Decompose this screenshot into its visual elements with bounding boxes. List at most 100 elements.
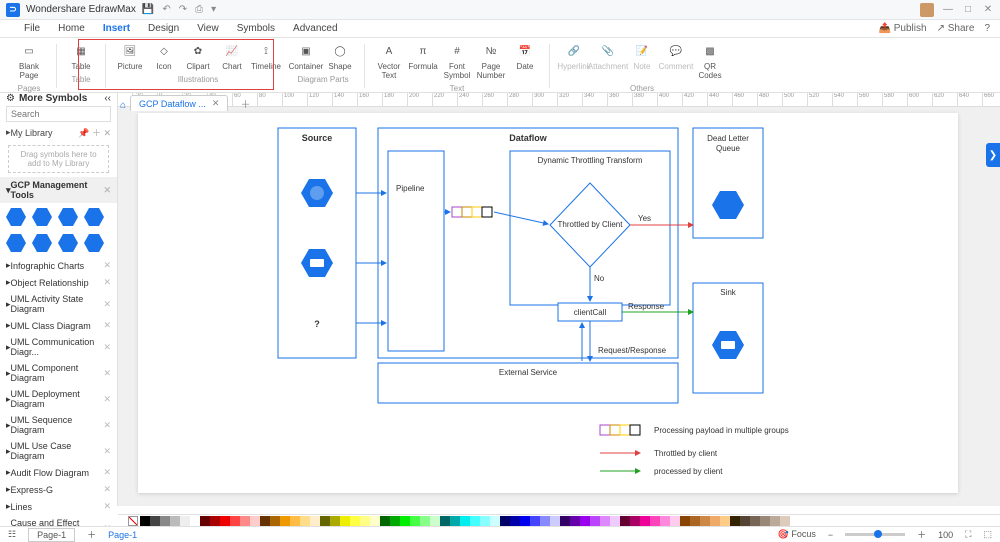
color-swatch[interactable] [670,516,680,526]
category-item[interactable]: ▸ Object Relationship✕ [0,274,117,291]
color-swatch[interactable] [730,516,740,526]
category-item[interactable]: ▸ Audit Flow Diagram✕ [0,464,117,481]
color-swatch[interactable] [370,516,380,526]
category-item[interactable]: ▸ Lines✕ [0,498,117,515]
print-icon[interactable]: ⎙ [195,4,203,15]
vector-text-button[interactable]: AVector Text [373,40,405,82]
color-swatch[interactable] [650,516,660,526]
color-swatch[interactable] [590,516,600,526]
page-layout-icon[interactable]: ☷ [8,529,16,540]
color-swatch[interactable] [230,516,240,526]
color-swatch[interactable] [460,516,470,526]
comment-button[interactable]: 💬Comment [660,40,692,82]
color-swatch[interactable] [510,516,520,526]
color-swatch[interactable] [220,516,230,526]
category-item[interactable]: ▸ UML Component Diagram✕ [0,360,117,386]
color-swatch[interactable] [320,516,330,526]
color-swatch[interactable] [440,516,450,526]
shape-hex-8[interactable] [84,233,104,253]
category-item[interactable]: ▸ Infographic Charts✕ [0,257,117,274]
category-item[interactable]: ▸ UML Use Case Diagram✕ [0,438,117,464]
blank-page-button[interactable]: ▭Blank Page [10,40,48,82]
color-swatch[interactable] [470,516,480,526]
color-swatch[interactable] [410,516,420,526]
color-swatch[interactable] [700,516,710,526]
category-item[interactable]: ▸ Express-G✕ [0,481,117,498]
avatar[interactable] [920,3,934,17]
color-swatch[interactable] [550,516,560,526]
color-swatch[interactable] [300,516,310,526]
qr-codes-button[interactable]: ▩QR Codes [694,40,726,82]
color-none[interactable] [128,516,138,526]
color-swatch[interactable] [400,516,410,526]
color-swatch[interactable] [140,516,150,526]
hyperlink-button[interactable]: 🔗Hyperlink [558,40,590,82]
color-swatch[interactable] [260,516,270,526]
color-swatch[interactable] [610,516,620,526]
category-item[interactable]: ▸ UML Deployment Diagram✕ [0,386,117,412]
fit-button[interactable]: ⛶ [965,529,971,540]
my-library-header[interactable]: ▸ My Library📌 ＋ ✕ [0,124,117,141]
shape-hex-4[interactable] [84,207,104,227]
color-swatch[interactable] [480,516,490,526]
color-swatch[interactable] [780,516,790,526]
add-page-button[interactable]: ＋ [87,528,96,541]
color-swatch[interactable] [190,516,200,526]
zoom-in-button[interactable]: ＋ [917,528,926,541]
home-tab-icon[interactable]: ⌂ [120,100,126,111]
color-swatch[interactable] [350,516,360,526]
menu-advanced[interactable]: Advanced [293,23,337,34]
maximize-button[interactable]: □ [962,4,974,15]
category-item[interactable]: ▸ UML Sequence Diagram✕ [0,412,117,438]
drag-drop-area[interactable]: Drag symbols here to add to My Library [8,145,109,173]
color-swatch[interactable] [310,516,320,526]
color-swatch[interactable] [500,516,510,526]
color-swatch[interactable] [520,516,530,526]
color-swatch[interactable] [170,516,180,526]
color-swatch[interactable] [450,516,460,526]
color-swatch[interactable] [600,516,610,526]
close-window-button[interactable]: ✕ [982,4,994,15]
color-swatch[interactable] [270,516,280,526]
save-icon[interactable]: 💾 [142,4,154,15]
publish-button[interactable]: 📤 Publish [879,23,927,34]
gcp-tools-header[interactable]: ▾ GCP Management Tools✕ [0,177,117,203]
menu-insert[interactable]: Insert [103,23,130,34]
font-symbol-button[interactable]: #Font Symbol [441,40,473,82]
more-symbols-header[interactable]: ⚙More Symbols‹‹ [0,93,117,104]
color-swatch[interactable] [420,516,430,526]
fullscreen-button[interactable]: ⬚ [983,529,992,540]
file-tab[interactable]: GCP Dataflow ...✕ [130,95,228,111]
color-swatch[interactable] [560,516,570,526]
color-swatch[interactable] [340,516,350,526]
color-swatch[interactable] [360,516,370,526]
color-swatch[interactable] [330,516,340,526]
share-button[interactable]: ↗ Share [937,23,975,34]
menu-file[interactable]: File [24,23,40,34]
page-number-button[interactable]: №Page Number [475,40,507,82]
formula-button[interactable]: πFormula [407,40,439,82]
color-swatch[interactable] [390,516,400,526]
color-swatch[interactable] [750,516,760,526]
shape-button[interactable]: ◯Shape [324,40,356,73]
undo-icon[interactable]: ↶ [162,4,170,15]
shape-hex-5[interactable] [6,233,26,253]
color-swatch[interactable] [430,516,440,526]
color-swatch[interactable] [530,516,540,526]
color-swatch[interactable] [160,516,170,526]
shape-hex-1[interactable] [6,207,26,227]
color-swatch[interactable] [210,516,220,526]
page-tab[interactable]: Page-1 [28,528,75,542]
menu-home[interactable]: Home [58,23,85,34]
color-swatch[interactable] [380,516,390,526]
color-swatch[interactable] [250,516,260,526]
focus-button[interactable]: 🎯 Focus [778,529,816,540]
canvas[interactable]: -200204060801001201401601802002202402602… [118,93,1000,506]
category-item[interactable]: ▸ UML Communication Diagr...✕ [0,334,117,360]
color-swatch[interactable] [740,516,750,526]
color-swatch[interactable] [760,516,770,526]
color-swatch[interactable] [180,516,190,526]
color-swatch[interactable] [720,516,730,526]
shape-hex-2[interactable] [32,207,52,227]
color-swatch[interactable] [280,516,290,526]
